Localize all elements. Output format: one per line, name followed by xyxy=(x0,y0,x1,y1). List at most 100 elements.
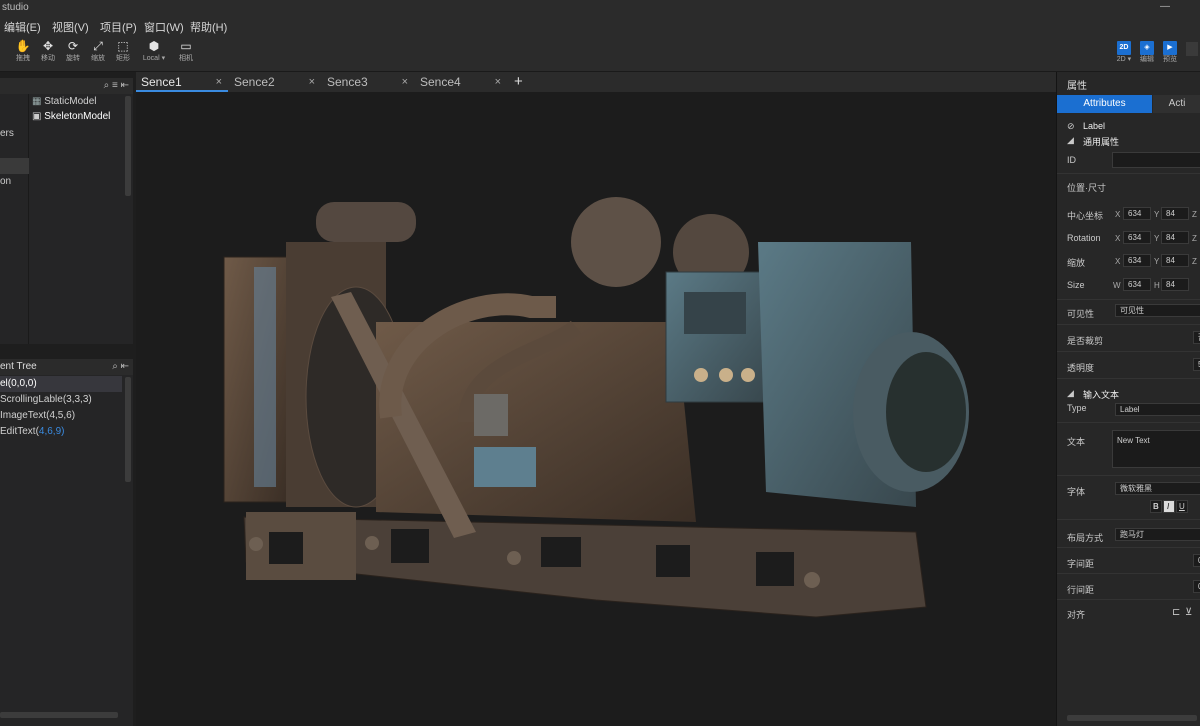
collapse-triangle-icon[interactable]: ◢ xyxy=(1067,388,1074,399)
window-title: studio xyxy=(2,2,29,13)
rect-tool-button[interactable]: ⬚ 矩形 xyxy=(110,39,136,69)
underline-button[interactable]: U xyxy=(1176,500,1188,513)
element-tree-scrollbar[interactable] xyxy=(125,377,131,482)
scale-y-input[interactable]: 84 xyxy=(1161,254,1189,267)
tree-row[interactable]: ImageText(4,5,6) xyxy=(0,408,122,424)
clip-label: 是否裁剪 xyxy=(1067,336,1104,346)
mode-2d-label: 2D ▾ xyxy=(1116,56,1132,63)
id-input[interactable] xyxy=(1112,152,1200,168)
rotation-label: Rotation xyxy=(1067,233,1101,243)
menu-icon[interactable]: ≡ xyxy=(112,80,118,91)
divider xyxy=(1057,378,1200,379)
scale-tool-button[interactable]: ⤢ 缩放 xyxy=(85,39,111,69)
tab-sence2[interactable]: Sence2 × xyxy=(229,72,321,92)
divider xyxy=(1057,173,1200,174)
resource-scrollbar[interactable] xyxy=(125,96,131,196)
divider xyxy=(1057,573,1200,574)
mode-2d-button[interactable]: 2D 2D ▾ xyxy=(1112,40,1136,65)
properties-hscrollbar[interactable] xyxy=(1067,715,1197,721)
camera-tool-label: 相机 xyxy=(179,55,193,62)
folder-selected-row[interactable] xyxy=(0,158,29,174)
add-tab-icon[interactable]: + xyxy=(514,73,523,90)
close-icon[interactable]: × xyxy=(402,72,408,92)
tab-label: Sence1 xyxy=(141,75,182,89)
move-tool-label: 移动 xyxy=(41,55,55,62)
folder-label[interactable]: ers xyxy=(0,128,14,139)
rotation-x-input[interactable]: 634 xyxy=(1123,231,1151,244)
preview-label: 预览 xyxy=(1163,56,1177,63)
close-icon[interactable]: × xyxy=(495,72,501,92)
font-select[interactable]: 微软雅黑 xyxy=(1115,482,1200,495)
align-left-icon[interactable]: ⊏ xyxy=(1172,607,1180,618)
tab-attributes[interactable]: Attributes xyxy=(1057,95,1152,113)
menu-help[interactable]: 帮助(H) xyxy=(190,19,227,35)
close-icon[interactable]: × xyxy=(216,72,222,92)
text-label: 文本 xyxy=(1067,437,1086,447)
tab-sence4[interactable]: Sence4 × xyxy=(415,72,507,92)
align-center-icon[interactable]: ⊻ xyxy=(1185,607,1192,618)
node-type-label: Label xyxy=(1083,121,1106,131)
tab-actions[interactable]: Acti xyxy=(1153,95,1200,113)
menu-view[interactable]: 视图(V) xyxy=(52,19,89,35)
generator-model xyxy=(223,197,969,618)
line-spacing-input[interactable]: 0 xyxy=(1193,580,1200,593)
search-icon[interactable]: ⌕ xyxy=(104,80,110,91)
char-spacing-input[interactable]: 0 xyxy=(1193,554,1200,567)
scene-viewport[interactable] xyxy=(136,92,1056,726)
folder-label[interactable]: on xyxy=(0,176,11,187)
toolbar: ✋ 拖拽 ✥ 移动 ⟳ 旋转 ⤢ 缩放 ⬚ 矩形 ⬢ Local ▾ ▭ 相机 … xyxy=(0,36,1200,72)
menu-window[interactable]: 窗口(W) xyxy=(144,19,184,35)
collapse-triangle-icon[interactable]: ◢ xyxy=(1067,135,1074,146)
center-x-input[interactable]: 634 xyxy=(1123,207,1151,220)
collapse-icon[interactable]: ⇤ xyxy=(121,361,129,372)
axis-x-label: X xyxy=(1115,234,1121,243)
scale-icon: ⤢ xyxy=(93,39,103,53)
minimize-button[interactable]: — xyxy=(1160,1,1170,12)
properties-title: 属性 xyxy=(1067,81,1087,92)
bold-button[interactable]: B xyxy=(1150,500,1162,513)
tree-row-label: ImageText(4,5,6) xyxy=(0,410,76,421)
layout-select[interactable]: 跑马灯 xyxy=(1115,528,1200,541)
divider xyxy=(1057,422,1200,423)
rect-tool-label: 矩形 xyxy=(116,55,130,62)
camera-icon: ▭ xyxy=(180,39,192,53)
edit-mode-button[interactable]: ◈ 编辑 xyxy=(1135,40,1159,65)
tab-sence3[interactable]: Sence3 × xyxy=(322,72,414,92)
resource-panel-icons: ⌕ ≡ ⇤ xyxy=(104,80,129,91)
opacity-input[interactable]: 5 xyxy=(1193,358,1200,371)
menu-project[interactable]: 项目(P) xyxy=(100,19,137,35)
tree-row[interactable]: el(0,0,0) xyxy=(0,376,122,392)
local-space-dropdown[interactable]: ⬢ Local ▾ xyxy=(140,39,168,69)
tab-sence1[interactable]: Sence1 × xyxy=(136,72,228,92)
rotation-y-input[interactable]: 84 xyxy=(1161,231,1189,244)
tree-row[interactable]: EditText(4,6,9) xyxy=(0,424,122,440)
element-tree-hscrollbar[interactable] xyxy=(0,712,118,718)
type-select[interactable]: Label xyxy=(1115,403,1200,416)
move-tool-button[interactable]: ✥ 移动 xyxy=(35,39,61,69)
center-coord-label: 中心坐标 xyxy=(1067,211,1104,221)
tree-row-label: EditText( xyxy=(0,426,39,437)
rotate-tool-button[interactable]: ⟳ 旋转 xyxy=(60,39,86,69)
search-icon[interactable]: ⌕ xyxy=(112,361,118,372)
axis-z-label: Z xyxy=(1192,234,1197,243)
size-h-input[interactable]: 84 xyxy=(1161,278,1189,291)
clip-select[interactable]: 否 xyxy=(1193,331,1200,344)
position-size-label: 位置·尺寸 xyxy=(1067,183,1106,193)
preview-button[interactable]: ▶ 预览 xyxy=(1158,40,1182,65)
center-y-input[interactable]: 84 xyxy=(1161,207,1189,220)
menu-edit[interactable]: 编辑(E) xyxy=(4,19,41,35)
visibility-select[interactable]: 可见性 xyxy=(1115,304,1200,317)
drag-tool-button[interactable]: ✋ 拖拽 xyxy=(10,39,36,69)
italic-button[interactable]: I xyxy=(1163,500,1175,513)
size-w-input[interactable]: 634 xyxy=(1123,278,1151,291)
text-input[interactable]: New Text xyxy=(1112,430,1200,468)
scale-x-input[interactable]: 634 xyxy=(1123,254,1151,267)
tree-row[interactable]: ScrollingLable(3,3,3) xyxy=(0,392,122,408)
resource-panel: ers on ▦ StaticModel ▣ SkeletonModel xyxy=(0,94,133,344)
general-section-title: 通用属性 xyxy=(1083,137,1120,147)
toolbar-extra-button[interactable] xyxy=(1186,42,1198,56)
collapse-icon[interactable]: ⇤ xyxy=(121,80,129,91)
close-icon[interactable]: × xyxy=(309,72,315,92)
scale-tool-label: 缩放 xyxy=(91,55,105,62)
camera-tool-button[interactable]: ▭ 相机 xyxy=(173,39,199,69)
